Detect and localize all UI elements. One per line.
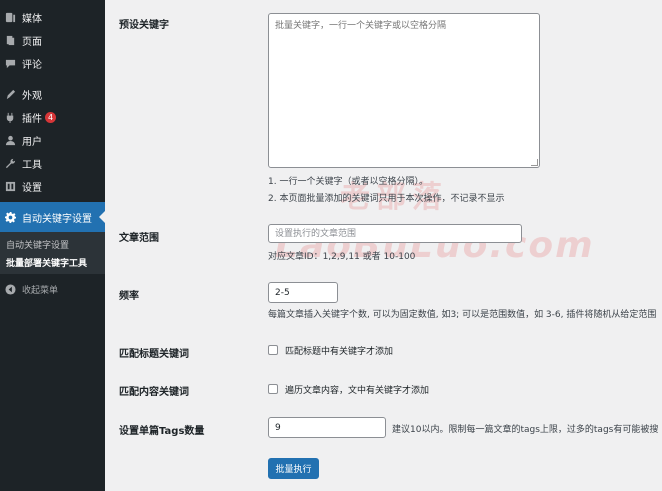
users-icon — [4, 134, 16, 146]
sidebar-item-label: 工具 — [22, 159, 42, 171]
preset-keywords-textarea[interactable] — [268, 13, 540, 168]
sidebar-item-label: 媒体 — [22, 13, 42, 25]
match-content-checkbox-label: 遍历文章内容，文中有关键字才添加 — [285, 386, 430, 396]
sidebar-item-appearance[interactable]: 外观 — [0, 83, 105, 105]
collapse-menu-button[interactable]: 收起菜单 — [0, 278, 105, 300]
sidebar-item-label: 插件 — [22, 113, 42, 125]
article-range-help: 对应文章ID：1,2,9,11 或者 10-100 — [268, 252, 416, 262]
pages-icon — [4, 34, 16, 46]
match-content-label: 匹配内容关键词 — [119, 387, 189, 398]
match-content-checkbox[interactable] — [268, 384, 278, 394]
submenu-item-bulk-keyword-tool[interactable]: 批量部署关键字工具 — [6, 256, 87, 269]
admin-sidebar: 媒体 页面 评论 外观 插件 4 用户 工具 设置 自动关键字设置 自动关键字设… — [0, 0, 105, 491]
match-title-label: 匹配标题关键词 — [119, 349, 189, 360]
preset-keywords-label: 预设关键字 — [119, 20, 169, 31]
sidebar-item-label: 设置 — [22, 182, 42, 194]
sidebar-item-settings[interactable]: 设置 — [0, 175, 105, 197]
sidebar-item-comments[interactable]: 评论 — [0, 52, 105, 74]
article-range-input[interactable] — [268, 224, 522, 243]
sidebar-item-label: 页面 — [22, 36, 42, 48]
frequency-label: 频率 — [119, 291, 139, 302]
match-title-checkbox[interactable] — [268, 345, 278, 355]
collapse-menu-label: 收起菜单 — [22, 285, 59, 296]
sidebar-item-media[interactable]: 媒体 — [0, 6, 105, 28]
sidebar-item-label: 用户 — [22, 136, 42, 148]
submenu-item-keyword-settings[interactable]: 自动关键字设置 — [6, 238, 69, 251]
preset-keywords-help-2: 2. 本页面批量添加的关键词只用于本次操作，不记录不显示 — [268, 194, 505, 204]
sidebar-item-pages[interactable]: 页面 — [0, 29, 105, 51]
sidebar-item-auto-keyword[interactable]: 自动关键字设置 — [0, 202, 105, 232]
tags-count-input[interactable] — [268, 417, 386, 438]
bulk-execute-button[interactable]: 批量执行 — [268, 458, 319, 479]
tools-icon — [4, 157, 16, 169]
main-content: 老部落 LaoBuLuo.com 预设关键字 1. 一行一个关键字（或者以空格分… — [105, 0, 662, 491]
preset-keywords-help-1: 1. 一行一个关键字（或者以空格分隔）。 — [268, 177, 428, 187]
sidebar-item-users[interactable]: 用户 — [0, 129, 105, 151]
frequency-input[interactable] — [268, 282, 338, 303]
match-title-checkbox-label: 匹配标题中有关键字才添加 — [285, 347, 394, 357]
sidebar-item-label: 评论 — [22, 59, 42, 71]
update-count-badge: 4 — [45, 111, 56, 123]
sidebar-item-label: 自动关键字设置 — [22, 213, 92, 225]
tags-count-help: 建议10以内。限制每一篇文章的tags上限，过多的tags有可能被搜 — [392, 425, 659, 435]
frequency-help: 每篇文章插入关键字个数, 可以为固定数值, 如3; 可以是范围数值，如 3-6,… — [268, 310, 657, 320]
sidebar-submenu: 自动关键字设置 批量部署关键字工具 — [0, 232, 105, 274]
sidebar-item-tools[interactable]: 工具 — [0, 152, 105, 174]
sidebar-item-label: 外观 — [22, 90, 42, 102]
tags-count-label: 设置单篇Tags数量 — [119, 426, 205, 437]
article-range-label: 文章范围 — [119, 233, 159, 244]
collapse-arrow-icon — [4, 283, 16, 295]
comments-icon — [4, 57, 16, 69]
gear-icon — [4, 211, 16, 223]
media-icon — [4, 11, 16, 23]
plugins-icon — [4, 111, 16, 123]
textarea-resize-handle[interactable] — [531, 159, 538, 166]
sidebar-item-plugins[interactable]: 插件 4 — [0, 106, 105, 128]
appearance-icon — [4, 88, 16, 100]
settings-icon — [4, 180, 16, 192]
